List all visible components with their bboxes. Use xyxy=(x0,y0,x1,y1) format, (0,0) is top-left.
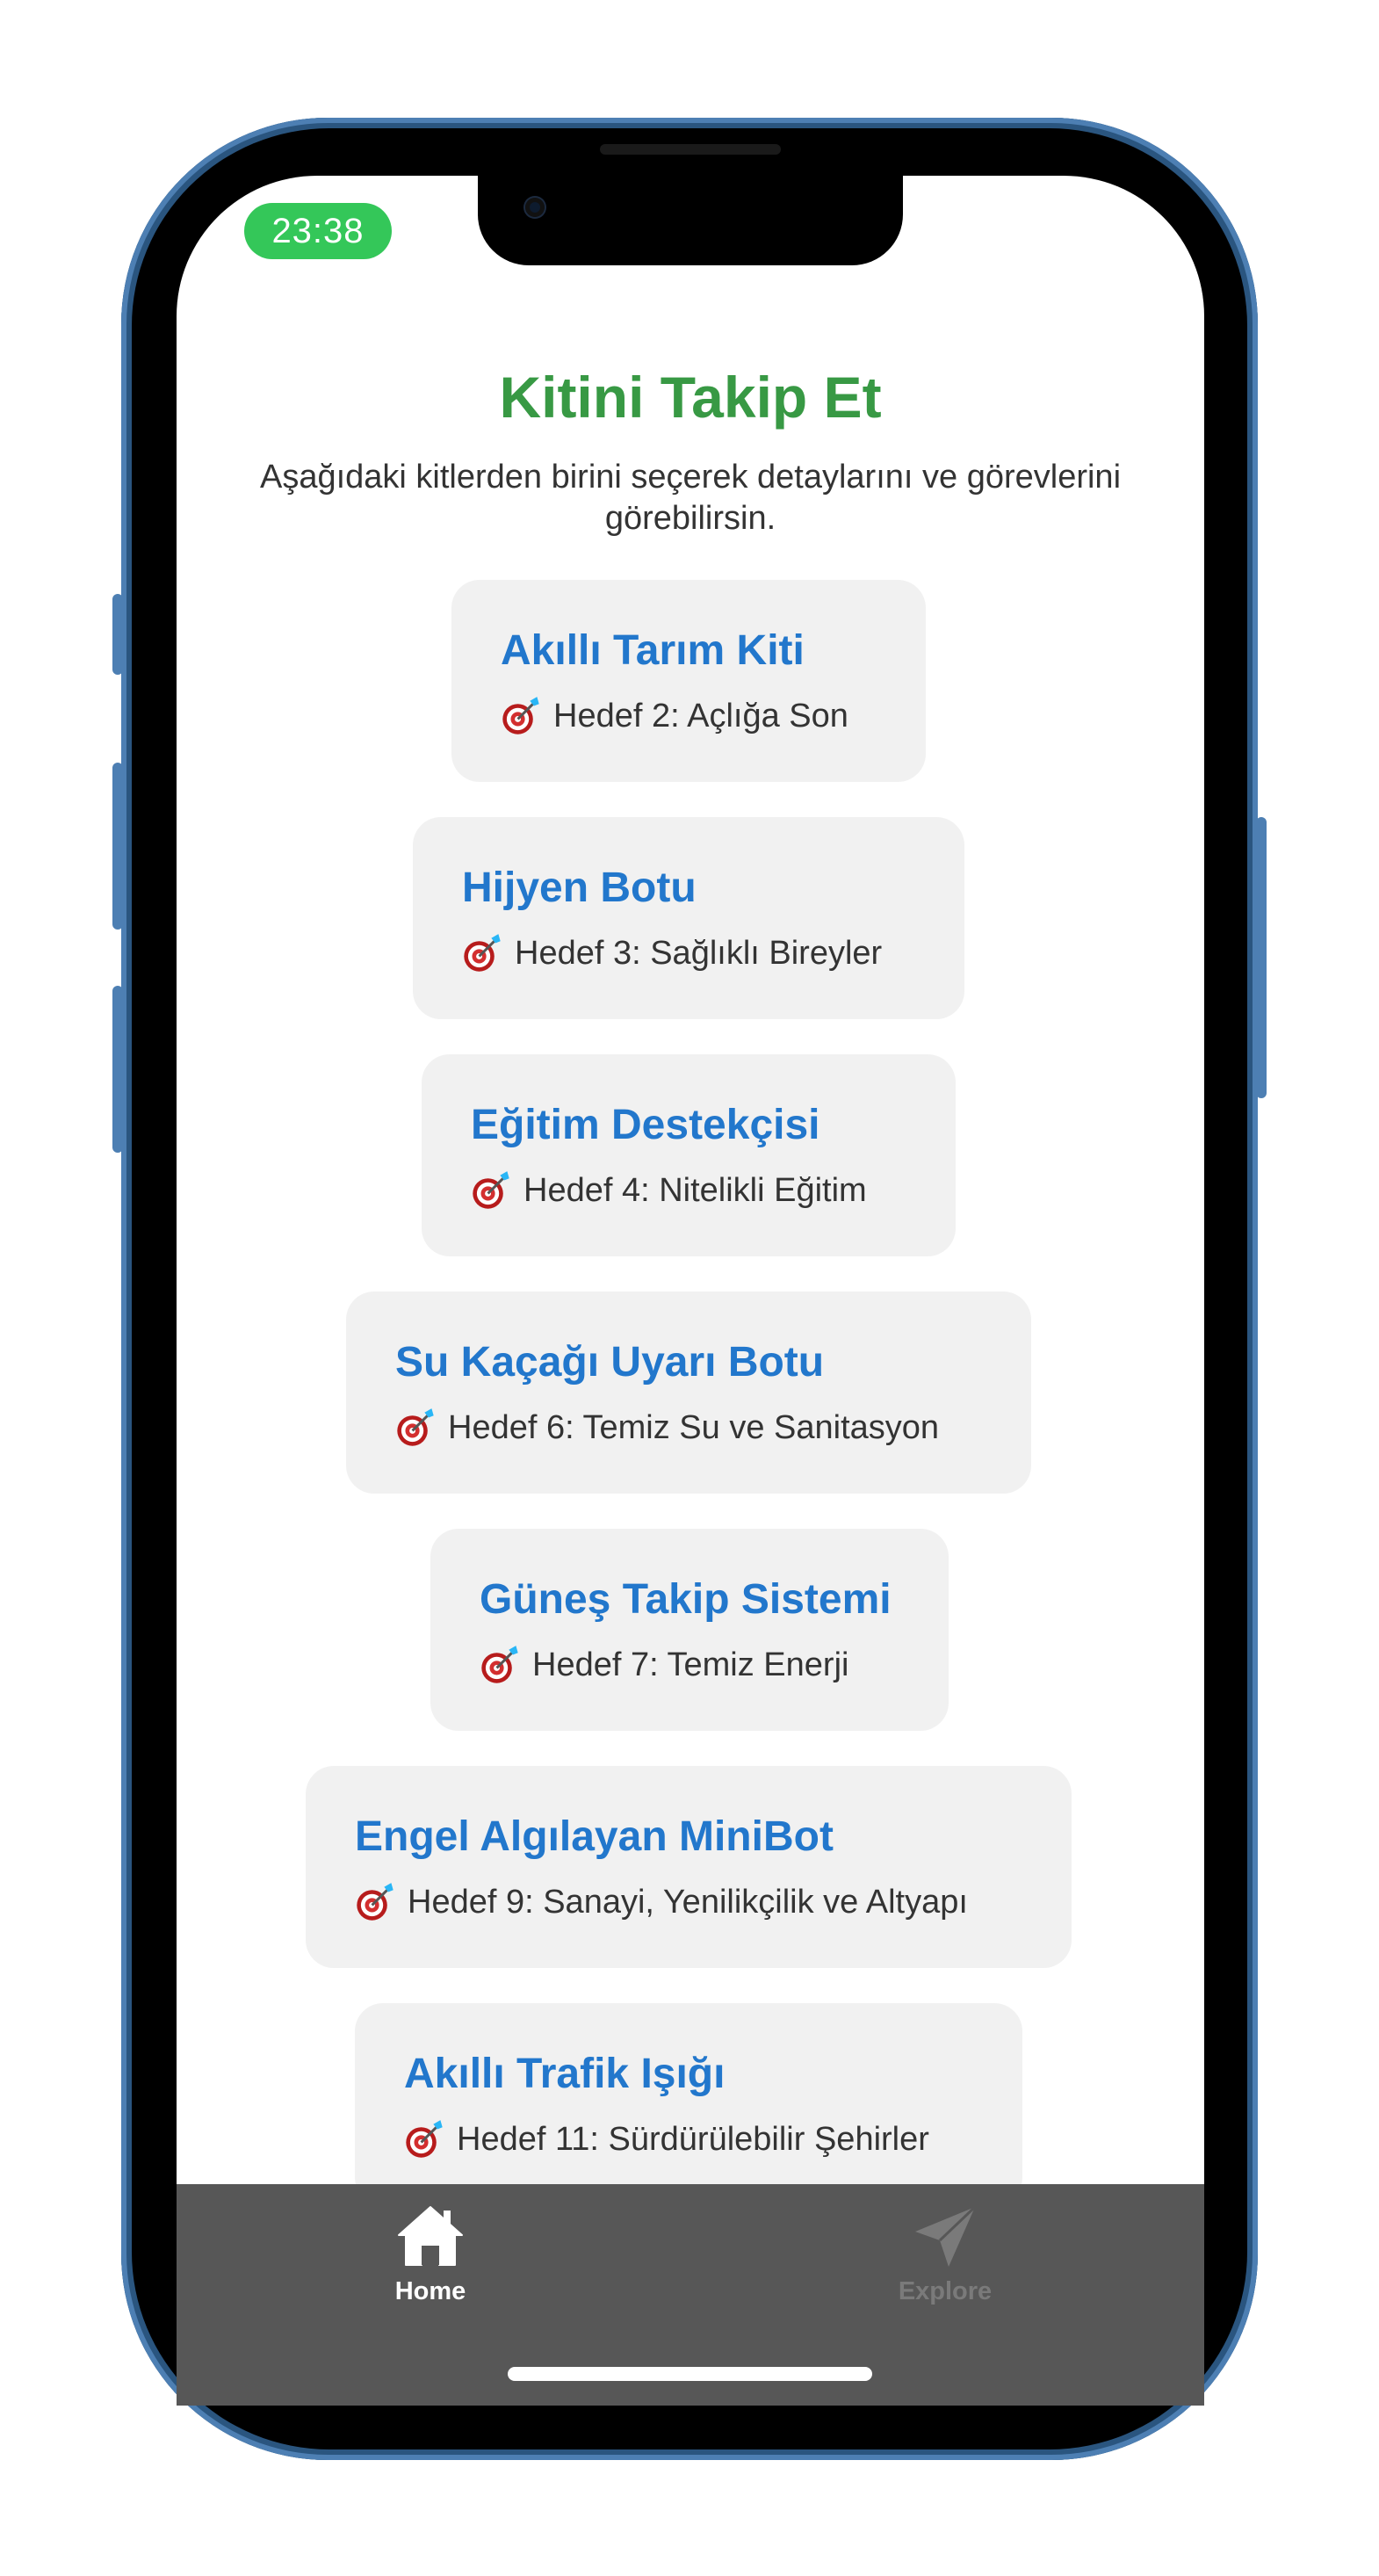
target-icon xyxy=(502,697,539,734)
kit-name: Akıllı Tarım Kiti xyxy=(501,627,805,674)
home-indicator[interactable] xyxy=(508,2367,872,2381)
target-icon xyxy=(481,1646,518,1683)
target-icon xyxy=(397,1408,434,1446)
kit-goal-text: Hedef 7: Temiz Enerji xyxy=(532,1646,849,1683)
target-icon xyxy=(357,1883,393,1921)
kit-name: Eğitim Destekçisi xyxy=(471,1102,820,1148)
paper-plane-icon xyxy=(915,2205,977,2267)
kit-card[interactable]: Su Kaçağı Uyarı Botu Hedef 6: Temiz Su v… xyxy=(346,1292,1031,1494)
kit-goal: Hedef 7: Temiz Enerji xyxy=(480,1645,848,1685)
kit-card[interactable]: Eğitim Destekçisi Hedef 4: Nitelikli Eği… xyxy=(422,1054,956,1256)
kit-card[interactable]: Engel Algılayan MiniBot Hedef 9: Sanayi,… xyxy=(306,1766,1072,1968)
kit-goal-text: Hedef 6: Temiz Su ve Sanitasyon xyxy=(448,1409,940,1446)
kit-goal: Hedef 3: Sağlıklı Bireyler xyxy=(462,933,882,973)
kit-goal-text: Hedef 4: Nitelikli Eğitim xyxy=(523,1172,867,1209)
kit-goal-text: Hedef 11: Sürdürülebilir Şehirler xyxy=(457,2121,929,2158)
kit-goal-text: Hedef 3: Sağlıklı Bireyler xyxy=(515,935,883,972)
kit-goal: Hedef 2: Açlığa Son xyxy=(501,696,848,736)
notch xyxy=(478,176,903,265)
kit-goal: Hedef 4: Nitelikli Eğitim xyxy=(471,1170,867,1211)
kit-card[interactable]: Akıllı Tarım Kiti Hedef 2: Açlığa Son xyxy=(451,580,926,782)
kit-name: Su Kaçağı Uyarı Botu xyxy=(395,1339,825,1386)
status-time-pill: 23:38 xyxy=(244,203,392,259)
tab-explore[interactable]: Explore xyxy=(857,2202,1033,2306)
home-icon xyxy=(398,2206,463,2266)
kit-card[interactable]: Güneş Takip Sistemi Hedef 7: Temiz Enerj… xyxy=(430,1529,949,1731)
kit-name: Akıllı Trafik Işığı xyxy=(404,2051,726,2097)
kit-goal: Hedef 6: Temiz Su ve Sanitasyon xyxy=(395,1407,939,1448)
page-title: Kitini Takip Et xyxy=(499,365,882,430)
kit-card[interactable]: Akıllı Trafik Işığı Hedef 11: Sürdürüleb… xyxy=(355,2003,1022,2205)
tab-explore-label: Explore xyxy=(898,2277,993,2305)
front-camera xyxy=(525,198,545,217)
target-icon xyxy=(464,934,501,972)
target-icon xyxy=(406,2120,443,2158)
tab-home[interactable]: Home xyxy=(343,2202,518,2306)
kit-goal: Hedef 9: Sanayi, Yenilikçilik ve Altyapı xyxy=(355,1882,968,1922)
kit-goal: Hedef 11: Sürdürülebilir Şehirler xyxy=(404,2119,929,2160)
tab-home-label: Home xyxy=(394,2277,466,2305)
speaker-grille xyxy=(600,144,781,155)
kit-card[interactable]: Hijyen Botu Hedef 3: Sağlıklı Bireyler xyxy=(413,817,964,1019)
kit-name: Engel Algılayan MiniBot xyxy=(355,1813,834,1860)
kit-goal-text: Hedef 2: Açlığa Son xyxy=(553,698,848,734)
kit-name: Hijyen Botu xyxy=(462,865,697,911)
target-icon xyxy=(473,1171,509,1209)
page-subtitle: Aşağıdaki kitlerden birini seçerek detay… xyxy=(259,459,1122,537)
kit-name: Güneş Takip Sistemi xyxy=(480,1576,892,1623)
kit-goal-text: Hedef 9: Sanayi, Yenilikçilik ve Altyapı xyxy=(408,1884,968,1921)
